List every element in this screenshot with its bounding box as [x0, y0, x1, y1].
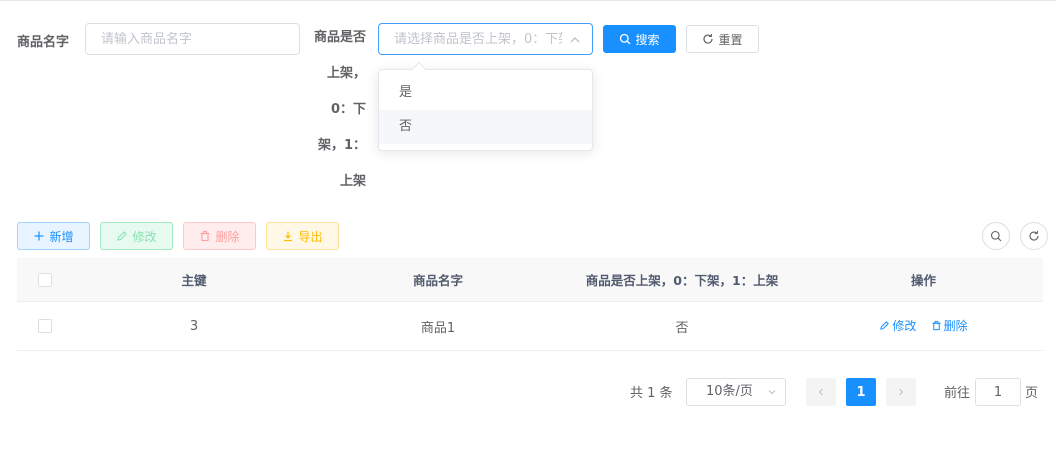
product-name-input[interactable]: [86, 24, 299, 54]
add-button[interactable]: 新增: [17, 222, 90, 250]
toggle-search-button[interactable]: [982, 222, 1010, 250]
status-label: 商品是否 上架， 0：下 架，1： 上架: [300, 28, 366, 208]
goto-page-input[interactable]: [976, 379, 1020, 405]
status-dropdown: 是 否: [378, 61, 593, 151]
status-select[interactable]: [378, 23, 593, 55]
search-button-label: 搜索: [635, 32, 660, 47]
delete-button[interactable]: 删除: [183, 222, 256, 250]
reset-button[interactable]: 重置: [686, 25, 759, 53]
header-id: 主键: [181, 273, 207, 288]
goto-suffix: 页: [1025, 386, 1039, 401]
table-row: 3 商品1 否 修改 删除: [17, 302, 1043, 351]
search-icon: [990, 230, 1002, 242]
reset-button-label: 重置: [718, 32, 743, 47]
page-number-current[interactable]: 1: [846, 378, 876, 406]
row-edit-link[interactable]: 修改: [879, 317, 916, 334]
chevron-up-icon: [570, 37, 580, 43]
row-delete-label: 删除: [943, 319, 968, 333]
page-size-select[interactable]: 10条/页: [686, 378, 786, 406]
product-name-field[interactable]: [85, 23, 300, 55]
header-select-all: [17, 272, 72, 287]
export-button[interactable]: 导出: [266, 222, 339, 250]
row-select: [17, 319, 72, 333]
download-icon: [284, 231, 293, 242]
status-label-line: 上架: [339, 174, 366, 189]
add-button-label: 新增: [49, 229, 74, 244]
product-table: 主键 商品名字 商品是否上架，0：下架，1：上架 操作 3 商品1 否 修改 删…: [17, 258, 1043, 351]
cell-operations: 修改 删除: [804, 317, 1043, 335]
row-checkbox[interactable]: [37, 319, 52, 333]
status-label-line: 上架，: [326, 66, 366, 81]
trash-icon: [200, 231, 210, 242]
dropdown-option-yes[interactable]: 是: [379, 76, 592, 110]
top-divider: [0, 0, 1056, 1]
edit-button-label: 修改: [132, 229, 157, 244]
next-page-button[interactable]: [886, 378, 916, 406]
chevron-left-icon: [818, 388, 823, 396]
row-delete-link[interactable]: 删除: [931, 317, 968, 334]
dropdown-arrow: [411, 61, 427, 77]
refresh-button[interactable]: [1020, 222, 1048, 250]
product-name-label: 商品名字: [17, 35, 70, 50]
trash-icon: [931, 320, 941, 331]
page-size-value: 10条/页: [706, 384, 753, 399]
edit-button[interactable]: 修改: [100, 222, 173, 250]
goto-label: 前往: [944, 386, 971, 401]
table-header: 主键 商品名字 商品是否上架，0：下架，1：上架 操作: [17, 258, 1043, 302]
pagination-total: 共 1 条: [630, 386, 673, 401]
edit-icon: [880, 321, 890, 330]
row-edit-label: 修改: [892, 319, 917, 333]
status-label-line: 0：下: [330, 102, 366, 117]
refresh-icon: [703, 33, 714, 44]
select-all-checkbox[interactable]: [37, 272, 52, 287]
export-button-label: 导出: [298, 229, 323, 244]
cell-name: 商品1: [420, 320, 456, 336]
chevron-down-icon: [768, 390, 776, 395]
refresh-icon: [1029, 230, 1039, 241]
header-status: 商品是否上架，0：下架，1：上架: [585, 273, 779, 288]
prev-page-button[interactable]: [806, 378, 836, 406]
delete-button-label: 删除: [215, 229, 240, 244]
plus-icon: [34, 231, 44, 241]
header-operations: 操作: [910, 273, 936, 288]
status-label-line: 商品是否: [313, 30, 366, 45]
search-icon: [620, 33, 631, 45]
header-name: 商品名字: [412, 273, 463, 288]
status-select-input[interactable]: [379, 24, 592, 54]
cell-status: 否: [675, 320, 689, 336]
goto-page-field[interactable]: [975, 378, 1021, 406]
cell-id: 3: [189, 318, 199, 334]
chevron-right-icon: [899, 388, 904, 396]
status-label-line: 架，1：: [317, 138, 366, 153]
search-button[interactable]: 搜索: [603, 25, 676, 53]
dropdown-option-no[interactable]: 否: [379, 110, 592, 144]
edit-icon: [117, 231, 128, 241]
